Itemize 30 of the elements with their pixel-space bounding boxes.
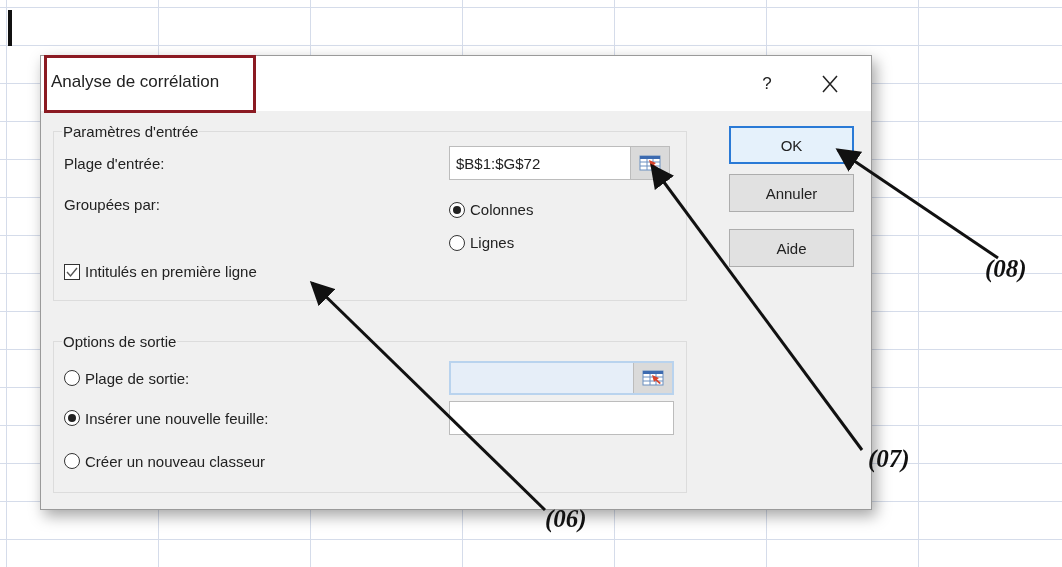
radio-button[interactable] xyxy=(449,201,465,218)
cancel-button[interactable]: Annuler xyxy=(729,174,854,212)
radio-button[interactable] xyxy=(64,370,80,386)
cell-cursor-mark xyxy=(8,10,12,46)
field-label: Groupées par: xyxy=(64,195,161,213)
group-title: Paramètres d'entrée xyxy=(62,123,200,140)
input-field[interactable] xyxy=(449,361,674,395)
input-field[interactable]: $B$1:$G$72 xyxy=(449,146,670,180)
checkbox-label: Intitulés en première ligne xyxy=(85,263,257,280)
range-select-icon xyxy=(639,155,661,171)
help-button[interactable]: ? xyxy=(747,73,787,94)
radio-button[interactable] xyxy=(64,453,80,469)
annotation-label: (06) xyxy=(545,505,587,533)
window-title: Analyse de corrélation xyxy=(47,57,254,110)
radio-label: Insérer une nouvelle feuille: xyxy=(85,409,269,427)
annotation-label: (07) xyxy=(868,445,910,473)
radio-label: Colonnes xyxy=(470,201,534,218)
range-select-icon xyxy=(642,370,664,386)
radio-button[interactable] xyxy=(64,410,80,426)
field-label: Plage d'entrée: xyxy=(64,154,166,172)
radio-label: Lignes xyxy=(470,234,515,251)
radio-label: Plage de sortie: xyxy=(85,369,190,387)
group-title: Options de sortie xyxy=(62,333,178,350)
input-field[interactable] xyxy=(449,401,674,435)
ok-button[interactable]: OK xyxy=(729,126,854,164)
annotation-label: (08) xyxy=(985,255,1027,283)
checkbox[interactable] xyxy=(64,263,80,280)
help-button[interactable]: Aide xyxy=(729,229,854,267)
radio-label: Créer un nouveau classeur xyxy=(85,452,266,470)
radio-button[interactable] xyxy=(449,234,465,251)
